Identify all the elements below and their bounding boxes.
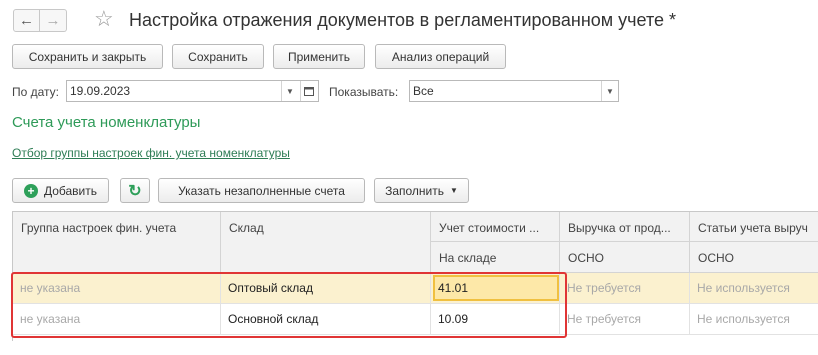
section-title: Счета учета номенклатуры bbox=[12, 114, 201, 131]
table-row-cell-warehouse[interactable]: Основной склад bbox=[221, 304, 431, 335]
fill-label: Заполнить bbox=[385, 183, 444, 198]
cost-value: 41.01 bbox=[438, 281, 469, 295]
date-value: 19.09.2023 bbox=[70, 84, 131, 98]
refresh-icon: ↻ bbox=[128, 182, 142, 200]
fill-empty-accounts-button[interactable]: Указать незаполненные счета bbox=[158, 178, 365, 203]
back-button[interactable]: ← bbox=[13, 9, 40, 32]
table-row-cell-cost[interactable]: 41.01 bbox=[431, 273, 560, 304]
fill-dropdown-button[interactable]: Заполнить ▼ bbox=[374, 178, 469, 203]
arrow-left-icon: ← bbox=[19, 12, 34, 29]
refresh-button[interactable]: ↻ bbox=[120, 178, 150, 203]
header-group[interactable]: Группа настроек фин. учета bbox=[13, 212, 221, 273]
analysis-button[interactable]: Анализ операций bbox=[375, 44, 506, 69]
table-row-cell-items[interactable]: Не используется bbox=[690, 273, 818, 304]
save-and-close-button[interactable]: Сохранить и закрыть bbox=[12, 44, 163, 69]
table-row-cell-group[interactable]: не указана bbox=[13, 304, 221, 335]
add-label: Добавить bbox=[43, 183, 98, 198]
show-select[interactable]: Все ▼ bbox=[409, 80, 619, 102]
subheader-on-warehouse[interactable]: На складе bbox=[431, 242, 560, 273]
filter-link[interactable]: Отбор группы настроек фин. учета номенкл… bbox=[12, 146, 290, 160]
plus-icon: + bbox=[23, 183, 38, 198]
table-row-cell-items[interactable]: Не используется bbox=[690, 304, 818, 335]
table-row-cell-group[interactable]: не указана bbox=[13, 273, 221, 304]
accounts-table: Группа настроек фин. учета Склад Учет ст… bbox=[12, 211, 818, 341]
subheader-osno[interactable]: ОСНО bbox=[690, 242, 818, 273]
apply-button[interactable]: Применить bbox=[273, 44, 365, 69]
table-row-cell-revenue[interactable]: Не требуется bbox=[560, 304, 690, 335]
table-row-cell-warehouse[interactable]: Оптовый склад bbox=[221, 273, 431, 304]
add-button[interactable]: + Добавить bbox=[12, 178, 109, 203]
favorite-star-icon[interactable]: ☆ bbox=[94, 6, 114, 32]
subheader-osno[interactable]: ОСНО bbox=[560, 242, 690, 273]
chevron-down-icon[interactable]: ▼ bbox=[601, 81, 618, 101]
page-title: Настройка отражения документов в регламе… bbox=[129, 10, 677, 30]
table-row-cell-cost[interactable]: 10.09 bbox=[431, 304, 560, 335]
table-row-cell-revenue[interactable]: Не требуется bbox=[560, 273, 690, 304]
date-field[interactable]: 19.09.2023 ▼ bbox=[66, 80, 319, 102]
chevron-down-icon[interactable]: ▼ bbox=[281, 81, 298, 101]
calendar-icon[interactable] bbox=[300, 81, 317, 101]
show-label: Показывать: bbox=[329, 85, 399, 99]
header-cost[interactable]: Учет стоимости ... bbox=[431, 212, 560, 242]
save-button[interactable]: Сохранить bbox=[172, 44, 264, 69]
forward-button[interactable]: → bbox=[40, 9, 67, 32]
chevron-down-icon: ▼ bbox=[450, 186, 458, 195]
show-value: Все bbox=[413, 84, 434, 98]
date-label: По дату: bbox=[12, 85, 60, 99]
header-warehouse[interactable]: Склад bbox=[221, 212, 431, 273]
header-revenue[interactable]: Выручка от прод... bbox=[560, 212, 690, 242]
arrow-right-icon: → bbox=[45, 12, 61, 29]
header-items[interactable]: Статьи учета выруч bbox=[690, 212, 818, 242]
